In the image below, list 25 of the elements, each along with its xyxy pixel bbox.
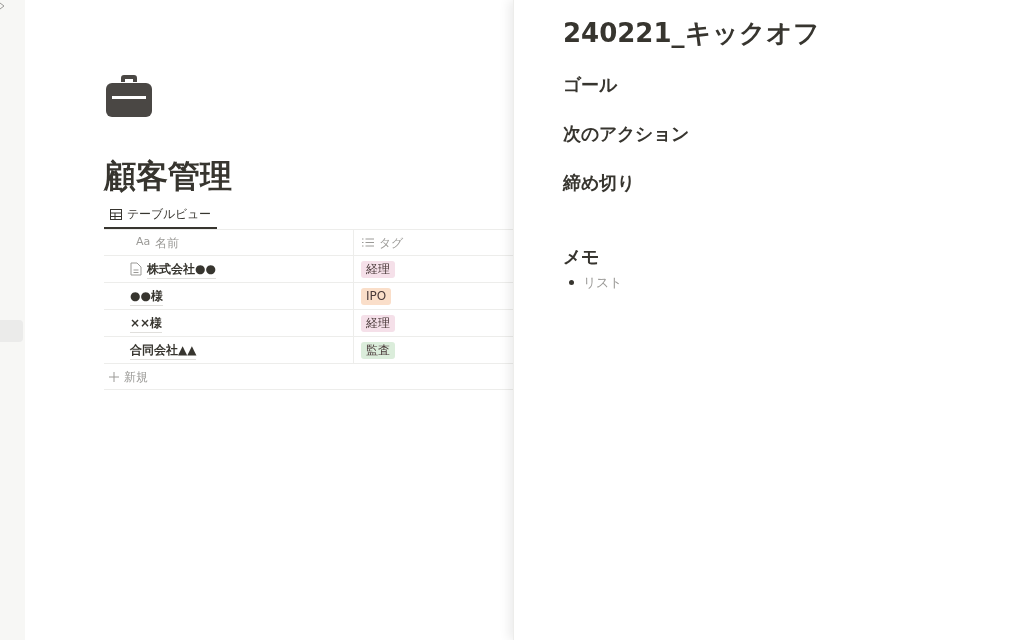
chevron-icon (0, 2, 5, 10)
bullet-text: リスト (583, 274, 622, 292)
column-title: 名前 (155, 234, 180, 252)
section-heading: ゴール (563, 73, 619, 97)
tag-chip: IPO (361, 287, 392, 305)
section-heading: メモ (563, 245, 600, 269)
row-title[interactable]: 株式会社●● (147, 259, 216, 279)
tag-chip: 監査 (361, 341, 395, 359)
peek-title: 240221_キックオフ (563, 17, 821, 50)
section-heading: 締め切り (563, 171, 636, 195)
column-title: タグ (379, 234, 403, 252)
section-heading: 次のアクション (563, 122, 690, 146)
tag-chip: 経理 (361, 314, 395, 332)
tag-chip: 経理 (361, 260, 395, 278)
text-type-icon: Aa (136, 234, 151, 251)
plus-icon (109, 371, 119, 382)
row-title[interactable]: 合同会社▲▲ (130, 340, 197, 360)
row-title[interactable]: ××様 (130, 313, 163, 333)
page-title: 顧客管理 (104, 156, 233, 196)
view-tab[interactable]: テーブルビュー (104, 201, 217, 229)
row-title[interactable]: ●●様 (130, 286, 163, 306)
list-icon (362, 238, 374, 247)
briefcase-icon (104, 72, 154, 120)
document-icon (130, 262, 142, 276)
table-icon (110, 208, 122, 220)
